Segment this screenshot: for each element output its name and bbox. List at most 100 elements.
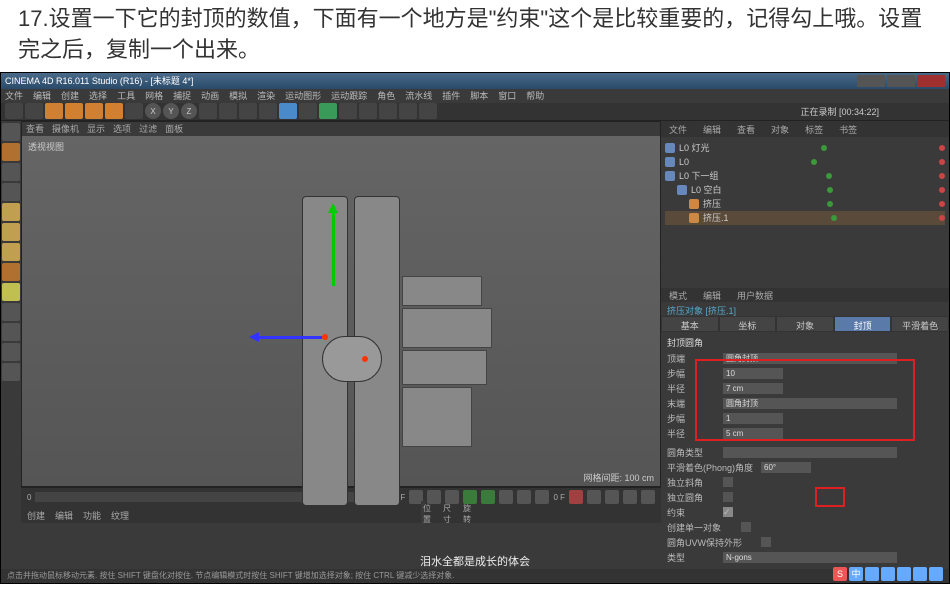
- render-view-icon[interactable]: [219, 103, 237, 119]
- menu-mesh[interactable]: 网格: [145, 89, 163, 102]
- ime-d-icon[interactable]: [929, 567, 943, 581]
- vp-options[interactable]: 选项: [113, 122, 131, 135]
- check-uvw[interactable]: [761, 537, 771, 547]
- key-pos-icon[interactable]: [605, 490, 619, 504]
- undo-icon[interactable]: [5, 103, 23, 119]
- key-rot-icon[interactable]: [641, 490, 655, 504]
- light-icon[interactable]: [419, 103, 437, 119]
- subtab-basic[interactable]: 基本: [661, 316, 719, 332]
- lasso-icon[interactable]: [125, 103, 143, 119]
- redo-icon[interactable]: [25, 103, 43, 119]
- coord-pos-tab[interactable]: 位置: [423, 503, 431, 515]
- mat-tex[interactable]: 纹理: [111, 509, 129, 521]
- vp-camera[interactable]: 摄像机: [52, 122, 79, 135]
- menu-mograph[interactable]: 运动图形: [285, 89, 321, 102]
- camera-icon[interactable]: [399, 103, 417, 119]
- attr-edit[interactable]: 编辑: [695, 288, 729, 302]
- om-objects[interactable]: 对象: [763, 121, 797, 137]
- tool-b-icon[interactable]: [2, 363, 20, 381]
- tree-item[interactable]: L0: [665, 155, 945, 169]
- gizmo-origin[interactable]: [322, 334, 328, 340]
- vp-display[interactable]: 显示: [87, 122, 105, 135]
- deformer-icon[interactable]: [359, 103, 377, 119]
- menu-tracking[interactable]: 运动跟踪: [331, 89, 367, 102]
- menu-file[interactable]: 文件: [5, 89, 23, 102]
- nurbs-icon[interactable]: [319, 103, 337, 119]
- check-holes[interactable]: [723, 492, 733, 502]
- tree-item[interactable]: 挤压: [665, 197, 945, 211]
- texture-mode-icon[interactable]: [2, 163, 20, 181]
- select-tool-icon[interactable]: [45, 103, 63, 119]
- object-tree[interactable]: L0 灯光L0L0 下一组L0 空白挤压挤压.1L0 遮罩L0 资源记忆L0: [661, 137, 949, 226]
- generator-icon[interactable]: [339, 103, 357, 119]
- close-button[interactable]: [917, 75, 945, 87]
- mat-edit[interactable]: 编辑: [55, 509, 73, 521]
- workplane2-icon[interactable]: [2, 303, 20, 321]
- xray-icon[interactable]: [2, 323, 20, 341]
- menu-plugins[interactable]: 插件: [442, 89, 460, 102]
- menu-snap[interactable]: 捕捉: [173, 89, 191, 102]
- render-settings-icon[interactable]: [239, 103, 257, 119]
- spline-icon[interactable]: [299, 103, 317, 119]
- primitive-cube-icon[interactable]: [279, 103, 297, 119]
- ime-c-icon[interactable]: [913, 567, 927, 581]
- ime-icon[interactable]: S: [833, 567, 847, 581]
- attr-userdata[interactable]: 用户数据: [729, 288, 781, 302]
- menu-help[interactable]: 帮助: [526, 89, 544, 102]
- check-single[interactable]: [741, 522, 751, 532]
- mat-func[interactable]: 功能: [83, 509, 101, 521]
- rotate-tool-icon[interactable]: [105, 103, 123, 119]
- subtab-object[interactable]: 对象: [776, 316, 834, 332]
- environment-icon[interactable]: [379, 103, 397, 119]
- polygon-mode-icon[interactable]: [2, 243, 20, 261]
- check-constrain[interactable]: ✓: [723, 507, 733, 517]
- dd-fillet-type[interactable]: [723, 447, 897, 458]
- menu-render[interactable]: 渲染: [257, 89, 275, 102]
- menu-anim[interactable]: 动画: [201, 89, 219, 102]
- axis-mode-icon[interactable]: [2, 263, 20, 281]
- menu-select[interactable]: 选择: [89, 89, 107, 102]
- subtab-coord[interactable]: 坐标: [719, 316, 777, 332]
- workplane-icon[interactable]: [2, 183, 20, 201]
- minimize-button[interactable]: [857, 75, 885, 87]
- dd-type[interactable]: N-gons: [723, 552, 897, 563]
- subtab-phong[interactable]: 平滑着色(Phong): [891, 316, 949, 332]
- dd-start-cap[interactable]: 圆角封顶: [723, 353, 897, 364]
- gizmo-x-axis[interactable]: [252, 336, 322, 339]
- model-mode-icon[interactable]: [2, 143, 20, 161]
- menu-create[interactable]: 创建: [61, 89, 79, 102]
- point-mode-icon[interactable]: [2, 203, 20, 221]
- viewport[interactable]: 查看 摄像机 显示 选项 过滤 面板 透视视图: [21, 121, 661, 487]
- om-file[interactable]: 文件: [661, 121, 695, 137]
- tree-item[interactable]: L0 灯光: [665, 141, 945, 155]
- vp-filter[interactable]: 过滤: [139, 122, 157, 135]
- menu-sim[interactable]: 模拟: [229, 89, 247, 102]
- vp-panel[interactable]: 面板: [165, 122, 183, 135]
- coord-size-tab[interactable]: 尺寸: [443, 503, 451, 515]
- attr-mode[interactable]: 模式: [661, 288, 695, 302]
- axis-z-toggle[interactable]: Z: [181, 103, 197, 119]
- subtab-caps[interactable]: 封顶: [834, 316, 892, 332]
- field-phong-angle[interactable]: 60°: [761, 462, 811, 473]
- ime-moon-icon[interactable]: [865, 567, 879, 581]
- axis-y-toggle[interactable]: Y: [163, 103, 179, 119]
- dd-end-cap[interactable]: 圆角封顶: [723, 398, 897, 409]
- axis-x-toggle[interactable]: X: [145, 103, 161, 119]
- menu-edit[interactable]: 编辑: [33, 89, 51, 102]
- autokey-icon[interactable]: [587, 490, 601, 504]
- make-editable-icon[interactable]: [2, 123, 20, 141]
- om-view[interactable]: 查看: [729, 121, 763, 137]
- gizmo-y-axis[interactable]: [332, 206, 335, 286]
- coord-sys-icon[interactable]: [199, 103, 217, 119]
- mat-create[interactable]: 创建: [27, 509, 45, 521]
- move-tool-icon[interactable]: [65, 103, 83, 119]
- ime-toolbar[interactable]: S 中: [833, 567, 943, 581]
- key-scale-icon[interactable]: [623, 490, 637, 504]
- vp-view[interactable]: 查看: [26, 122, 44, 135]
- coord-rot-tab[interactable]: 旋转: [463, 503, 471, 515]
- viewport-canvas[interactable]: 透视视图 网格间距: 1: [22, 136, 660, 486]
- field-radius1[interactable]: 7 cm: [723, 383, 783, 394]
- edge-mode-icon[interactable]: [2, 223, 20, 241]
- snap-icon[interactable]: [2, 283, 20, 301]
- ime-cn-icon[interactable]: 中: [849, 567, 863, 581]
